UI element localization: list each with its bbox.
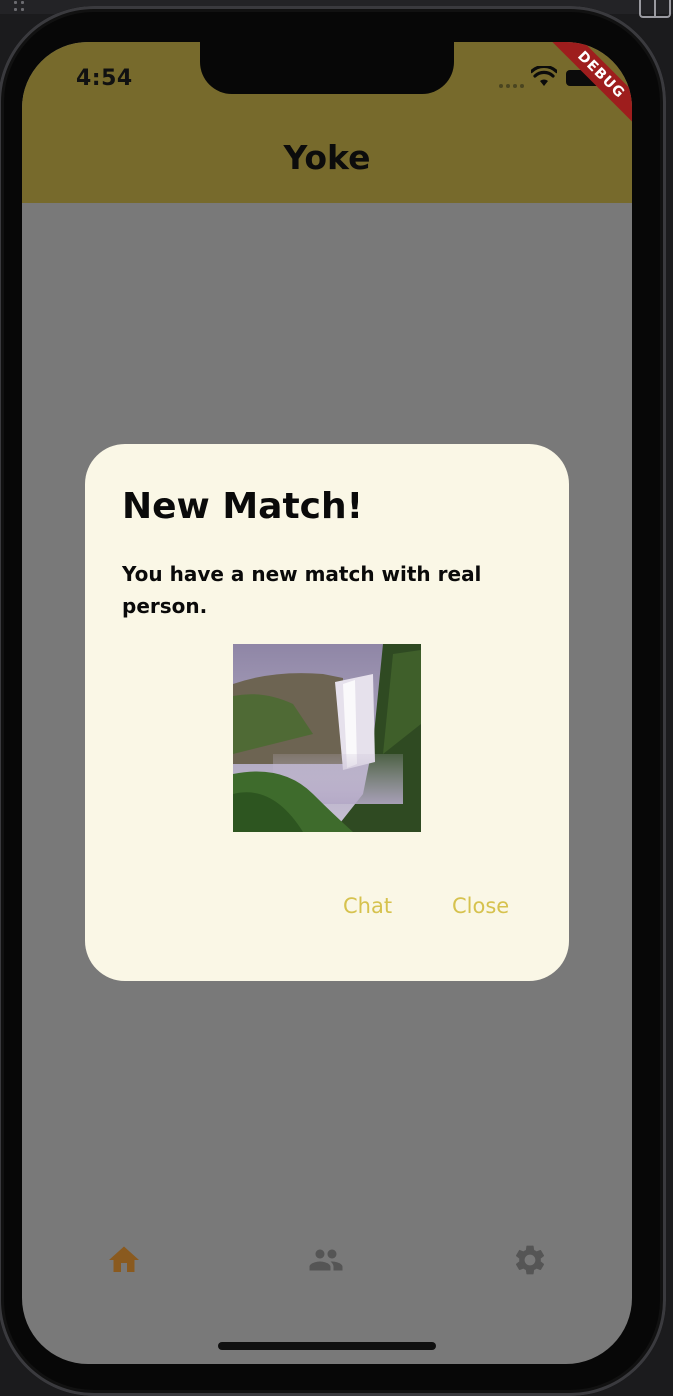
gear-icon[interactable]: [512, 1242, 548, 1278]
chat-button[interactable]: Chat: [343, 894, 392, 918]
app-screen: 4:54 DEBUG Yoke New Match! You have a ne…: [22, 42, 632, 1364]
waterfall-photo: [233, 644, 421, 832]
panel-layout-icon[interactable]: [639, 0, 671, 18]
new-match-dialog: New Match! You have a new match with rea…: [85, 444, 569, 981]
drag-handle-icon: [14, 0, 30, 14]
device-notch: [200, 42, 454, 94]
app-title: Yoke: [283, 138, 371, 177]
dialog-title: New Match!: [122, 486, 364, 527]
debug-banner: DEBUG: [540, 42, 632, 136]
people-icon[interactable]: [308, 1242, 344, 1278]
close-button[interactable]: Close: [452, 894, 509, 918]
wifi-icon: [531, 66, 557, 86]
phone-frame: 4:54 DEBUG Yoke New Match! You have a ne…: [0, 6, 666, 1396]
dialog-message: You have a new match with real person.: [122, 562, 482, 618]
home-icon[interactable]: [106, 1242, 142, 1278]
home-indicator[interactable]: [218, 1342, 436, 1350]
cellular-signal-icon: [499, 84, 525, 88]
status-time: 4:54: [76, 66, 133, 91]
